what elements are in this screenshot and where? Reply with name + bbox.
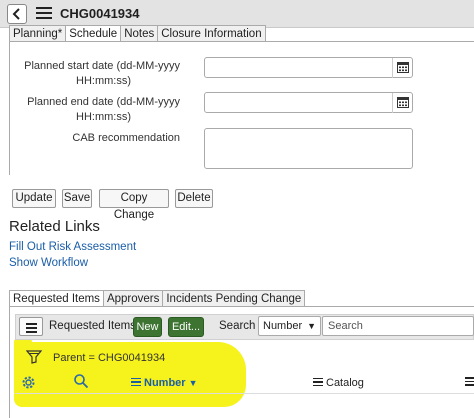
funnel-icon[interactable] — [26, 350, 42, 364]
calendar-icon — [397, 97, 409, 108]
tab-approvers[interactable]: Approvers — [102, 290, 164, 307]
planned-start-calendar-button[interactable] — [392, 58, 412, 78]
record-number: CHG0041934 — [60, 6, 140, 21]
planned-start-label: Planned start date (dd-MM-yyyy HH:mm:ss) — [24, 60, 180, 87]
fill-out-risk-assessment-link[interactable]: Fill Out Risk Assessment — [9, 241, 136, 253]
gear-icon[interactable] — [20, 374, 37, 391]
copy-change-button[interactable]: Copy Change — [99, 189, 169, 221]
sort-descending-icon: ▼ — [188, 378, 198, 388]
planned-end-calendar-button[interactable] — [392, 93, 412, 113]
search-icon[interactable] — [73, 373, 89, 389]
tab-notes[interactable]: Notes — [120, 25, 159, 41]
delete-button[interactable]: Delete — [175, 189, 213, 208]
search-input[interactable]: Search — [322, 316, 474, 336]
column-header-catalog[interactable]: Catalog — [313, 377, 364, 389]
related-list-title: Requested Items — [49, 320, 136, 332]
save-button[interactable]: Save — [62, 189, 92, 208]
column-menu-icon[interactable] — [131, 377, 141, 389]
new-button[interactable]: New — [133, 317, 162, 337]
cab-recommendation-textarea[interactable] — [204, 128, 413, 169]
back-button[interactable] — [7, 4, 27, 24]
column-header-number[interactable]: Number ▼ — [131, 377, 197, 389]
search-field-select[interactable]: Number ▼ — [258, 316, 321, 336]
cab-recommendation-label: CAB recommendation — [72, 132, 180, 144]
filter-breadcrumb[interactable]: Parent = CHG0041934 — [53, 352, 165, 364]
column-menu-icon[interactable] — [313, 377, 323, 389]
show-workflow-link[interactable]: Show Workflow — [9, 257, 88, 269]
hamburger-icon[interactable] — [36, 7, 52, 19]
search-label: Search — [219, 320, 256, 332]
calendar-icon — [397, 62, 409, 73]
update-button[interactable]: Update — [12, 189, 56, 208]
related-links-heading: Related Links — [9, 218, 100, 235]
planned-end-label: Planned end date (dd-MM-yyyy HH:mm:ss) — [27, 96, 180, 123]
related-list-tabs: Requested Items Approvers Incidents Pend… — [9, 290, 306, 307]
tab-planning[interactable]: Planning* — [9, 25, 67, 41]
form-section-tabs: Planning* Schedule Notes Closure Informa… — [9, 25, 266, 42]
chevron-left-icon — [12, 8, 20, 20]
column-menu-icon[interactable] — [465, 377, 474, 388]
planned-end-input[interactable] — [204, 92, 413, 113]
dropdown-arrow-icon: ▼ — [307, 321, 316, 331]
edit-button[interactable]: Edit... — [168, 317, 204, 337]
list-header-divider — [15, 393, 474, 394]
planned-start-input[interactable] — [204, 57, 413, 78]
record-header: CHG0041934 — [0, 0, 474, 28]
tab-incidents-pending-change[interactable]: Incidents Pending Change — [162, 290, 306, 307]
tab-schedule[interactable]: Schedule — [65, 25, 122, 41]
tab-closure-information[interactable]: Closure Information — [157, 25, 266, 41]
list-context-menu-button[interactable] — [19, 317, 43, 336]
tab-requested-items[interactable]: Requested Items — [9, 290, 104, 307]
